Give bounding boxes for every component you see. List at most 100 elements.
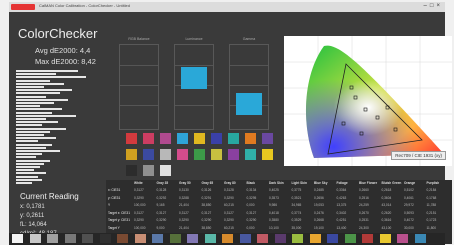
- swatch[interactable]: [82, 234, 93, 243]
- swatch[interactable]: [239, 234, 251, 243]
- de-bar: [16, 127, 66, 130]
- swatch[interactable]: [152, 234, 163, 243]
- swatch[interactable]: [64, 234, 76, 243]
- swatch[interactable]: [362, 234, 373, 243]
- table-cell: 0,2656: [314, 195, 324, 200]
- swatch[interactable]: [327, 234, 338, 243]
- table-cell: 0,2670: [359, 210, 369, 215]
- swatch[interactable]: [414, 234, 426, 243]
- swatch[interactable]: [344, 234, 356, 243]
- color-patch[interactable]: [211, 149, 222, 160]
- de-bar: [16, 140, 38, 143]
- swatch[interactable]: [397, 234, 408, 243]
- table-cell: 100,000: [134, 225, 146, 230]
- color-patch[interactable]: [262, 149, 273, 160]
- de-bar: [16, 166, 40, 168]
- screenshot-frame: CalMAN Color Calibration - ColorChecker …: [0, 0, 454, 245]
- swatch[interactable]: [257, 234, 268, 243]
- mini-chart-luminance: Luminance: [174, 37, 214, 130]
- swatch[interactable]: [12, 234, 23, 243]
- swatch[interactable]: [29, 234, 41, 243]
- de-bar: [16, 175, 38, 178]
- table-cell: 0,3292: [156, 195, 167, 200]
- table-cell: 0,3134: [246, 188, 257, 192]
- table-cell: 29,972: [404, 203, 414, 207]
- swatch[interactable]: [169, 234, 181, 243]
- de-bar: [16, 73, 56, 76]
- color-patch[interactable]: [160, 149, 171, 160]
- de-bar: [16, 79, 50, 82]
- swatch[interactable]: [187, 234, 198, 243]
- table-cell: 38,850: [201, 203, 212, 207]
- swatch[interactable]: [274, 234, 286, 243]
- color-patch[interactable]: [245, 149, 256, 160]
- table-cell: 0,3775: [291, 188, 302, 192]
- color-patch[interactable]: [160, 165, 171, 176]
- table-cell: 0,3604: [381, 195, 392, 200]
- de-bar: [16, 89, 72, 92]
- de-bar: [16, 121, 58, 124]
- table-cell: 38,850: [201, 225, 212, 230]
- color-patch[interactable]: [228, 149, 239, 160]
- table-cell: 0,3616: [381, 218, 392, 222]
- color-patch[interactable]: [211, 133, 222, 144]
- window-controls[interactable]: –□×: [424, 3, 443, 9]
- de-bar: [16, 111, 52, 114]
- table-cell: 0,3127: [134, 188, 144, 192]
- table-cell: 0,000: [246, 203, 255, 207]
- table-cell: 0,3290: [201, 218, 212, 222]
- de-bar: [16, 150, 60, 152]
- table-cell: 13,400: [336, 225, 347, 230]
- de-bar: [16, 70, 78, 72]
- cie-gamut-diagram: Rec709 / CIE 1931 (xy): [284, 36, 452, 166]
- table-cell: 60,215: [224, 225, 234, 230]
- color-patch[interactable]: [143, 165, 154, 176]
- table-cell: 0,2476: [314, 210, 324, 215]
- swatch[interactable]: [99, 234, 111, 243]
- table-row-label: Target Y: [108, 225, 120, 230]
- de-bar: [16, 169, 34, 172]
- color-patch[interactable]: [143, 133, 154, 144]
- de-bar: [16, 102, 54, 104]
- de-bar: [16, 124, 42, 127]
- close-icon[interactable]: ×: [436, 3, 443, 9]
- window-title: CalMAN Color Calibration - ColorChecker …: [39, 3, 130, 8]
- color-patch[interactable]: [194, 149, 205, 160]
- swatch[interactable]: [134, 234, 146, 243]
- reading-y: y: 0,2611: [20, 213, 45, 219]
- table-cell: 0,3290: [156, 218, 167, 222]
- color-patch[interactable]: [126, 133, 137, 144]
- table-cell: 11,788: [426, 203, 437, 207]
- color-patch[interactable]: [160, 133, 171, 144]
- color-patch[interactable]: [126, 149, 137, 160]
- color-patch[interactable]: [177, 149, 188, 160]
- swatch[interactable]: [117, 234, 128, 243]
- de-bar: [16, 137, 56, 140]
- table-row-label: y: CIE31: [108, 195, 121, 200]
- table-header: Gray 80: [224, 181, 236, 185]
- color-patch[interactable]: [177, 133, 188, 144]
- swatch[interactable]: [204, 234, 216, 243]
- color-patch[interactable]: [262, 133, 273, 144]
- table-cell: 0,4263: [336, 195, 347, 200]
- table-row-label: Target y: CIE31: [108, 218, 130, 222]
- table-header: Gray 65: [201, 181, 214, 185]
- table-header: Purplish: [426, 181, 440, 185]
- color-patch[interactable]: [228, 133, 239, 144]
- table-cell: 0,3402: [336, 210, 347, 215]
- calibration-workspace: ColorChecker Avg dE2000: 4,4 Max dE2000:…: [9, 12, 452, 244]
- swatch[interactable]: [222, 234, 233, 243]
- swatch[interactable]: [379, 234, 391, 243]
- swatch[interactable]: [292, 234, 303, 243]
- reading-x: x: 0,1781: [20, 204, 45, 210]
- table-cell: 0,3127: [224, 210, 234, 215]
- color-patch[interactable]: [245, 133, 256, 144]
- color-patch[interactable]: [194, 133, 205, 144]
- table-cell: 0,3364: [336, 188, 347, 192]
- swatch[interactable]: [47, 234, 58, 243]
- de-bar: [16, 156, 36, 159]
- table-cell: 0,2184: [426, 188, 437, 192]
- swatch[interactable]: [309, 234, 321, 243]
- color-patch[interactable]: [126, 165, 137, 176]
- color-patch[interactable]: [143, 149, 154, 160]
